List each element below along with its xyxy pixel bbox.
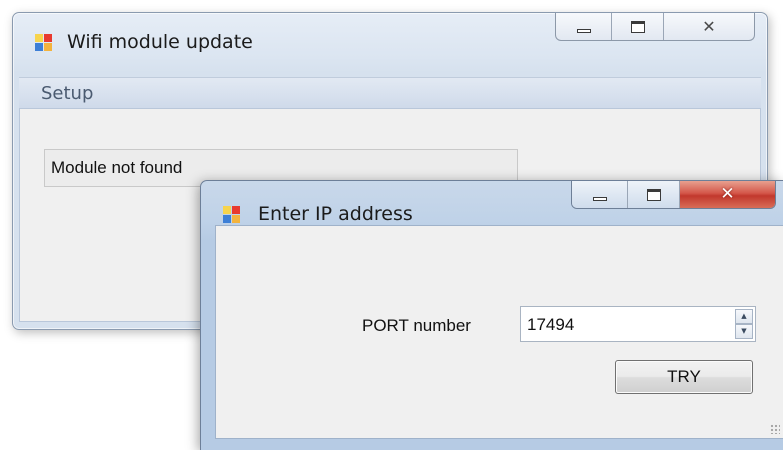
chevron-up-icon: ▲ bbox=[741, 312, 747, 320]
minimize-icon bbox=[576, 28, 591, 33]
maximize-icon bbox=[630, 20, 645, 33]
port-number-label: PORT number bbox=[362, 316, 471, 335]
maximize-button[interactable] bbox=[611, 13, 662, 40]
dialog-maximize-button[interactable] bbox=[627, 181, 679, 208]
port-number-stepper[interactable]: 17494 ▲ ▼ bbox=[520, 306, 756, 342]
close-icon: ✕ bbox=[720, 184, 735, 204]
dialog-minimize-button[interactable] bbox=[572, 181, 628, 208]
dialog-caption-buttons: ✕ bbox=[571, 181, 776, 209]
main-window-title: Wifi module update bbox=[67, 31, 253, 53]
port-spinner: ▲ ▼ bbox=[735, 309, 753, 339]
resize-grip-icon[interactable] bbox=[770, 424, 780, 434]
spin-down-button[interactable]: ▼ bbox=[735, 324, 753, 339]
dialog-title: Enter IP address bbox=[258, 203, 413, 225]
main-titlebar[interactable]: Wifi module update ✕ bbox=[13, 13, 767, 73]
ip-dialog-window: Enter IP address ✕ PORT number 17494 ▲ ▼… bbox=[200, 180, 783, 450]
dialog-close-button[interactable]: ✕ bbox=[678, 181, 775, 208]
dialog-client-area: PORT number 17494 ▲ ▼ TRY bbox=[215, 225, 783, 439]
main-caption-buttons: ✕ bbox=[555, 13, 755, 41]
maximize-icon bbox=[646, 188, 661, 201]
port-number-value[interactable]: 17494 bbox=[527, 315, 574, 335]
try-button[interactable]: TRY bbox=[615, 360, 753, 394]
close-button[interactable]: ✕ bbox=[662, 13, 754, 40]
app-icon bbox=[35, 34, 53, 52]
menu-item-setup[interactable]: Setup bbox=[41, 83, 93, 104]
minimize-icon bbox=[592, 196, 607, 201]
dialog-app-icon bbox=[223, 206, 241, 224]
menu-bar: Setup bbox=[19, 77, 761, 109]
spin-up-button[interactable]: ▲ bbox=[735, 309, 753, 324]
minimize-button[interactable] bbox=[556, 13, 611, 40]
chevron-down-icon: ▼ bbox=[741, 327, 747, 335]
close-icon: ✕ bbox=[702, 16, 716, 36]
